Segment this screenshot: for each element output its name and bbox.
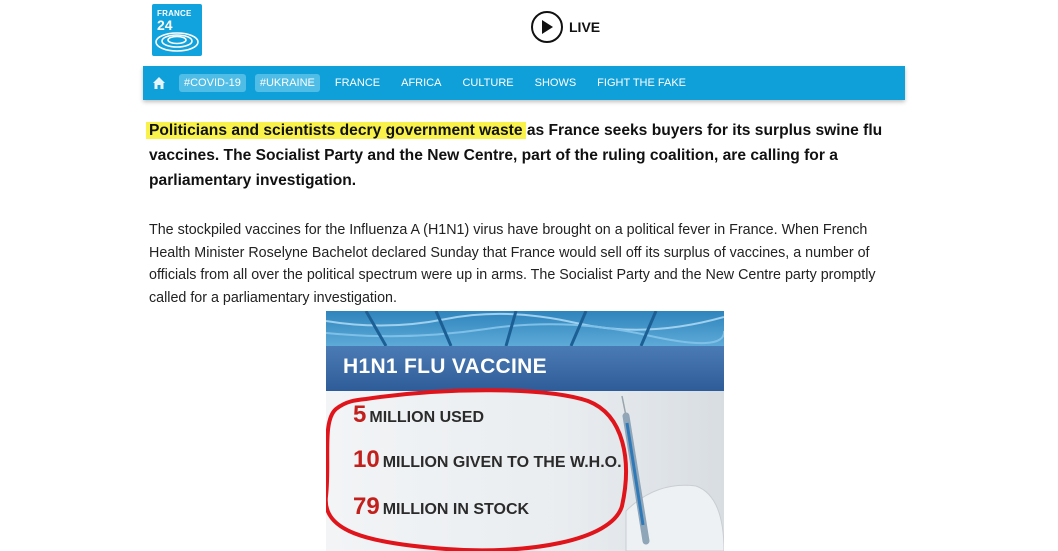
- main-nav: #COVID-19 #UKRAINE FRANCE AFRICA CULTURE…: [143, 66, 905, 100]
- france24-logo[interactable]: FRANCE 24: [152, 4, 202, 56]
- nav-item-france[interactable]: FRANCE: [335, 77, 380, 89]
- live-label: LIVE: [569, 19, 601, 35]
- logo-waves-icon: [155, 32, 199, 52]
- nav-tag-ukraine[interactable]: #UKRAINE: [254, 74, 320, 92]
- article-image: H1N1 FLU VACCINE 5 MILLION USED 10 MILLION…: [326, 311, 724, 551]
- nav-item-culture[interactable]: CULTURE: [462, 77, 513, 89]
- nav-item-shows[interactable]: SHOWS: [535, 77, 577, 89]
- nav-item-africa[interactable]: AFRICA: [401, 77, 441, 89]
- live-button[interactable]: LIVE: [531, 11, 600, 43]
- nav-item-fight-the-fake[interactable]: FIGHT THE FAKE: [597, 77, 686, 89]
- play-icon: [531, 11, 563, 43]
- home-icon[interactable]: [151, 75, 167, 91]
- red-circle-annotation: [326, 388, 628, 551]
- lead-highlight: Politicians and scientists decry governm…: [149, 122, 523, 139]
- article-lead: Politicians and scientists decry governm…: [149, 118, 909, 193]
- nav-tag-covid[interactable]: #COVID-19: [179, 74, 246, 92]
- article-body: The stockpiled vaccines for the Influenz…: [149, 222, 876, 306]
